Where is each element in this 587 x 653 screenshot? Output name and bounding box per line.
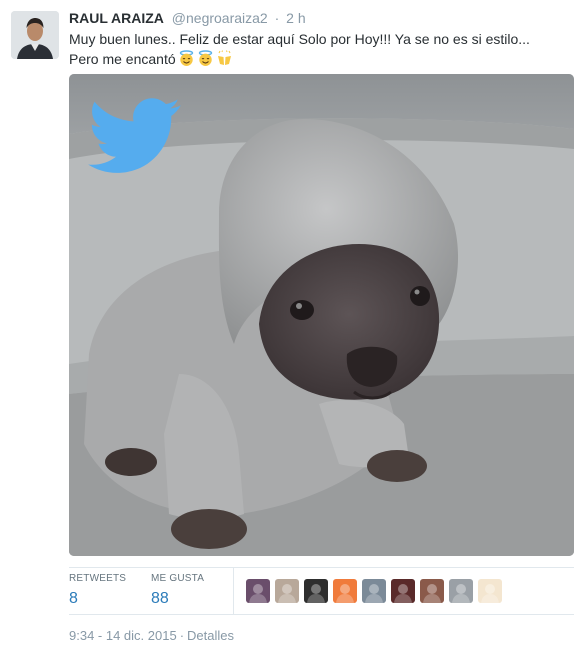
stats-divider-bottom: [69, 614, 574, 615]
likes-stat[interactable]: ME GUSTA 88: [151, 573, 204, 608]
author-handle[interactable]: @negroaraiza2: [172, 10, 268, 26]
likes-label: ME GUSTA: [151, 573, 205, 584]
details-link[interactable]: Detalles: [187, 628, 234, 643]
tweet-photo[interactable]: [69, 74, 574, 556]
likes-count[interactable]: 88: [151, 590, 204, 608]
stats-divider-vertical: [233, 568, 234, 614]
favoriter-avatar-7-icon[interactable]: [420, 579, 444, 603]
tweet-datetime[interactable]: 9:34 - 14 dic. 2015: [69, 628, 177, 643]
retweets-label: RETWEETS: [69, 573, 127, 584]
favoriter-avatar-8-icon[interactable]: [449, 579, 473, 603]
tweet: RAUL ARAIZA @negroaraiza2 · 2 h Muy buen…: [0, 0, 587, 653]
tweet-time-ago[interactable]: 2 h: [286, 10, 305, 26]
favoriter-avatar-2-icon[interactable]: [275, 579, 299, 603]
tweet-stats: RETWEETS 8 ME GUSTA 88: [69, 567, 574, 615]
raised-hands-icon: [216, 50, 233, 67]
tweet-header: RAUL ARAIZA @negroaraiza2 · 2 h: [69, 9, 306, 27]
favoriter-avatar-5-icon[interactable]: [362, 579, 386, 603]
retweets-count[interactable]: 8: [69, 590, 126, 608]
header-separator: ·: [274, 10, 280, 26]
favoriter-avatar-1-icon[interactable]: [246, 579, 270, 603]
tweet-timestamp: 9:34 - 14 dic. 2015 · Detalles: [69, 628, 234, 643]
favoriter-avatar-3-icon[interactable]: [304, 579, 328, 603]
favoriter-avatar-6-icon[interactable]: [391, 579, 415, 603]
favoriter-avatar-4-icon[interactable]: [333, 579, 357, 603]
footer-separator: ·: [179, 628, 185, 643]
smiling-face-with-halo-icon: [197, 50, 214, 67]
author-avatar[interactable]: [11, 11, 59, 59]
tweet-text: Muy buen lunes.. Feliz de estar aquí Sol…: [69, 29, 574, 69]
favoriter-avatar-9-icon[interactable]: [478, 579, 502, 603]
author-name[interactable]: RAUL ARAIZA: [69, 10, 164, 26]
retweets-stat[interactable]: RETWEETS 8: [69, 573, 126, 608]
tweet-body: Muy buen lunes.. Feliz de estar aquí Sol…: [69, 31, 530, 67]
smiling-face-with-halo-icon: [178, 50, 195, 67]
stats-divider-top: [69, 567, 574, 568]
